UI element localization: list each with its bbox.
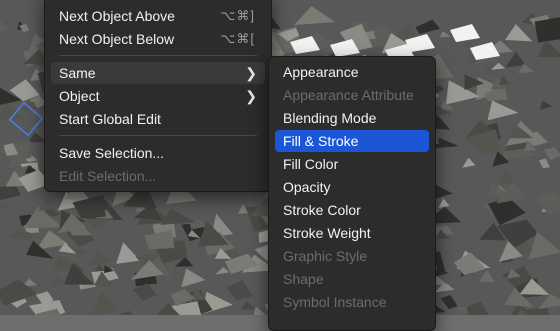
menu-item-label: Stroke Color <box>283 202 361 218</box>
chevron-right-icon: ❯ <box>245 85 257 107</box>
menu-item-label: Graphic Style <box>283 248 367 264</box>
submenu-item-graphic-style: Graphic Style <box>275 245 429 267</box>
menu-item-label: Blending Mode <box>283 110 376 126</box>
submenu-item-symbol-instance: Symbol Instance <box>275 291 429 313</box>
menu-item-label: Save Selection... <box>59 145 164 161</box>
shortcut-label: ⌥⌘[ <box>220 28 255 50</box>
menu-item-label: Appearance Attribute <box>283 87 414 103</box>
chevron-right-icon: ❯ <box>245 62 257 84</box>
submenu-item-shape: Shape <box>275 268 429 290</box>
menu-item-label: Start Global Edit <box>59 111 161 127</box>
menu-item-label: Stroke Weight <box>283 225 371 241</box>
menu-item-label: Next Object Above <box>59 8 175 24</box>
submenu-item-opacity[interactable]: Opacity <box>275 176 429 198</box>
menu-item-save-selection[interactable]: Save Selection... <box>51 142 265 164</box>
menu-item-edit-selection: Edit Selection... <box>51 165 265 187</box>
menu-item-label: Same <box>59 65 96 81</box>
menu-item-label: Next Object Below <box>59 31 174 47</box>
menu-separator <box>59 135 257 136</box>
menu-separator <box>59 55 257 56</box>
submenu-item-stroke-weight[interactable]: Stroke Weight <box>275 222 429 244</box>
menu-item-label: Fill Color <box>283 156 338 172</box>
same-submenu: Appearance Appearance Attribute Blending… <box>268 56 436 331</box>
menu-item-next-object-below[interactable]: Next Object Below ⌥⌘[ <box>51 28 265 50</box>
select-menu: Next Object Above ⌥⌘] Next Object Below … <box>44 0 272 192</box>
menu-item-start-global-edit[interactable]: Start Global Edit <box>51 108 265 130</box>
submenu-item-appearance[interactable]: Appearance <box>275 61 429 83</box>
menu-item-label: Fill & Stroke <box>283 133 358 149</box>
menu-item-label: Edit Selection... <box>59 168 156 184</box>
menu-item-next-object-above[interactable]: Next Object Above ⌥⌘] <box>51 5 265 27</box>
submenu-item-fill-color[interactable]: Fill Color <box>275 153 429 175</box>
menu-item-object[interactable]: Object ❯ <box>51 85 265 107</box>
submenu-item-blending-mode[interactable]: Blending Mode <box>275 107 429 129</box>
menu-item-label: Symbol Instance <box>283 294 387 310</box>
menu-item-same[interactable]: Same ❯ <box>51 62 265 84</box>
submenu-item-fill-stroke[interactable]: Fill & Stroke <box>275 130 429 152</box>
submenu-item-appearance-attribute: Appearance Attribute <box>275 84 429 106</box>
artwork-shard <box>535 17 560 42</box>
menu-item-label: Object <box>59 88 99 104</box>
shortcut-label: ⌥⌘] <box>220 5 255 27</box>
menu-item-label: Shape <box>283 271 323 287</box>
menu-item-label: Appearance <box>283 64 359 80</box>
menu-item-label: Opacity <box>283 179 330 195</box>
submenu-item-stroke-color[interactable]: Stroke Color <box>275 199 429 221</box>
